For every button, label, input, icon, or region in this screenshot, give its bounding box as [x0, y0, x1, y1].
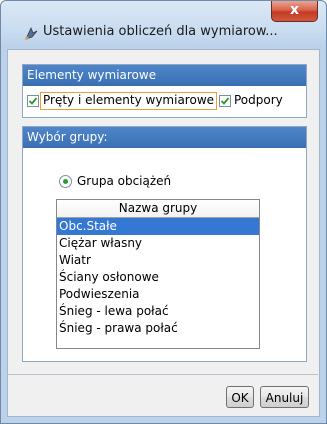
- ok-button[interactable]: OK: [226, 386, 254, 408]
- title-bar[interactable]: Ustawienia obliczeń dla wymiarow... x: [1, 1, 326, 47]
- app-dimension-icon: [25, 26, 38, 40]
- footer-area: OK Anuluj: [7, 48, 318, 416]
- cancel-button[interactable]: Anuluj: [260, 386, 309, 408]
- footer-separator: [7, 374, 318, 375]
- window-title: Ustawienia obliczeń dla wymiarow...: [43, 24, 278, 39]
- close-icon: x: [289, 2, 300, 18]
- close-button[interactable]: x: [271, 1, 318, 22]
